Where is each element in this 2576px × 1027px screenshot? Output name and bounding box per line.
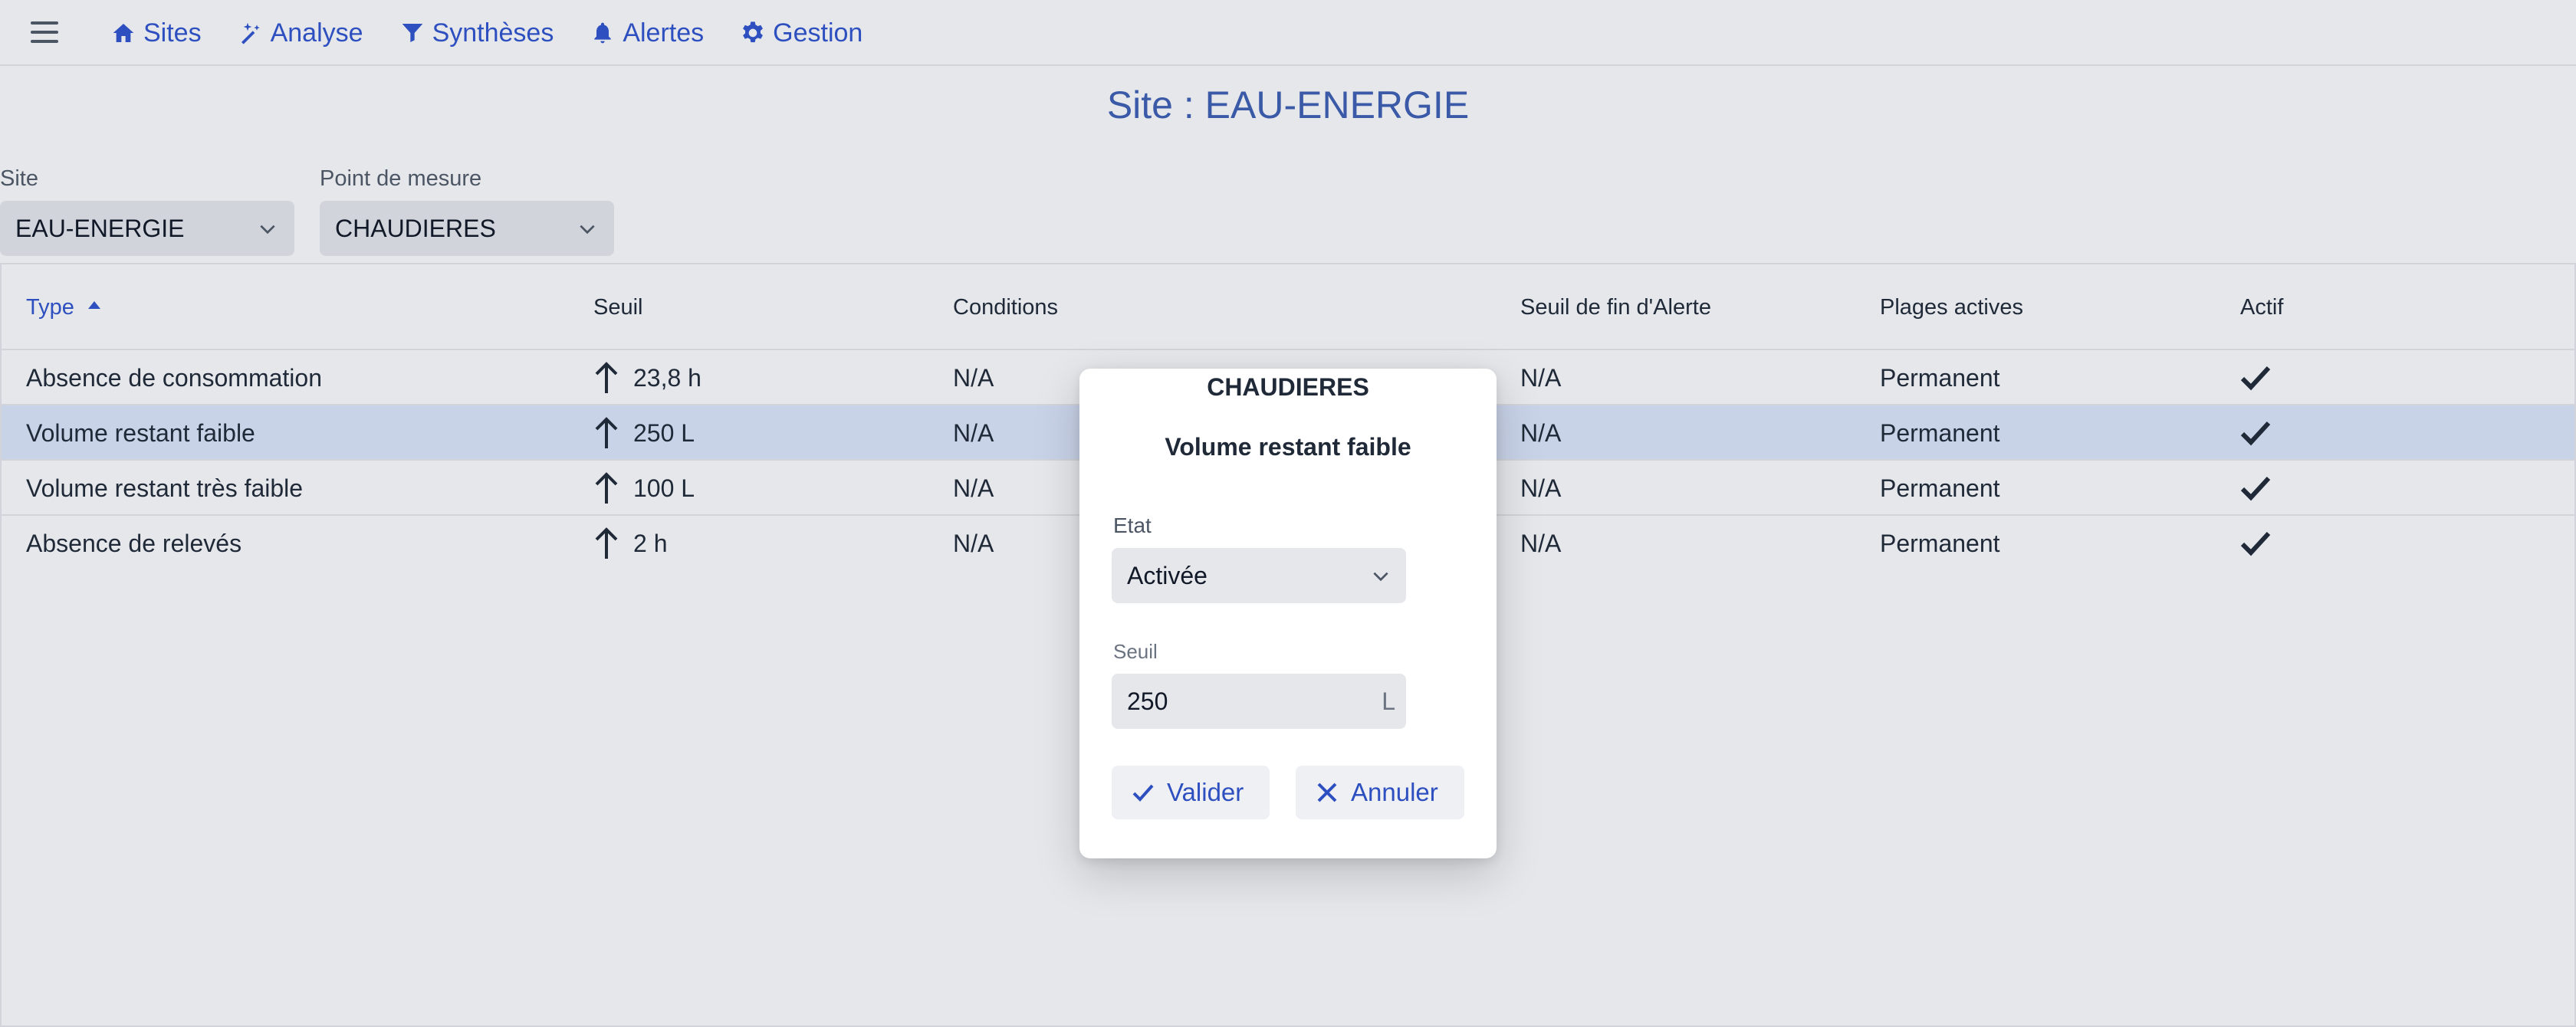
seuil-input-value: 250 (1127, 687, 1168, 715)
hamburger-menu-icon[interactable] (31, 21, 58, 43)
magic-wand-icon (241, 22, 260, 44)
seuil-unit: L (1382, 687, 1395, 715)
check-icon (2240, 366, 2271, 391)
chevron-down-icon (580, 225, 595, 235)
validate-button[interactable]: Valider (1112, 766, 1270, 819)
arrow-up-icon (595, 362, 618, 393)
nav-item-label: Gestion (773, 18, 863, 48)
column-header-seuil[interactable]: Seuil (593, 295, 643, 320)
cancel-button[interactable]: Annuler (1296, 766, 1464, 819)
top-navigation: Sites Analyse Synthèses Alertes Gestion (0, 0, 2576, 66)
cell-seuil-value: 23,8 h (633, 363, 702, 392)
etat-select-value: Activée (1127, 561, 1208, 589)
column-header-actif[interactable]: Actif (2240, 295, 2283, 320)
check-icon (2240, 476, 2271, 501)
cell-seuil-value: 250 L (633, 418, 695, 447)
cell-plages: Permanent (1880, 364, 2000, 392)
gear-icon (743, 21, 764, 43)
cell-type: Absence de relevés (26, 530, 242, 557)
column-header-type[interactable]: Type (26, 295, 100, 320)
cell-conditions: N/A (953, 419, 994, 447)
filter-icon (402, 24, 422, 42)
cell-conditions: N/A (953, 364, 994, 392)
column-header-plages[interactable]: Plages actives (1880, 295, 2023, 320)
cell-seuil-fin: N/A (1520, 419, 1562, 447)
edit-alert-dialog: CHAUDIERES Volume restant faible Etat Ac… (1079, 369, 1497, 858)
nav-item-analyse[interactable]: Analyse (238, 18, 363, 48)
cell-seuil: 100 L (593, 471, 695, 505)
arrow-up-icon (595, 472, 618, 504)
check-icon (1132, 784, 1154, 802)
cell-type: Absence de consommation (26, 364, 322, 392)
page-title: Site : EAU-ENERGIE (1106, 84, 1470, 126)
close-icon (1317, 783, 1337, 802)
cell-plages: Permanent (1880, 419, 2000, 447)
cell-seuil: 2 h (593, 527, 667, 560)
seuil-label: Seuil (1113, 640, 1158, 663)
cell-conditions: N/A (953, 474, 994, 502)
point-de-mesure-label: Point de mesure (320, 166, 482, 191)
nav-item-sites[interactable]: Sites (111, 18, 202, 48)
home-icon (113, 24, 134, 42)
cell-seuil-fin: N/A (1520, 474, 1562, 502)
check-icon (2240, 421, 2271, 446)
site-label: Site (0, 166, 38, 191)
cell-seuil-value: 2 h (633, 529, 668, 557)
dialog-title: CHAUDIERES (1207, 373, 1369, 401)
point-de-mesure-select[interactable]: CHAUDIERES (320, 201, 614, 256)
cell-conditions: N/A (953, 530, 994, 557)
arrow-up-icon (595, 527, 618, 559)
site-select[interactable]: EAU-ENERGIE (0, 201, 294, 256)
check-icon (2240, 531, 2271, 556)
seuil-input[interactable]: 250 L (1112, 674, 1406, 729)
cell-plages: Permanent (1880, 530, 2000, 557)
chevron-down-icon (1373, 572, 1388, 582)
etat-label: Etat (1113, 514, 1152, 537)
cell-seuil-value: 100 L (633, 474, 695, 502)
column-header-label: Type (26, 295, 74, 320)
nav-item-label: Sites (143, 18, 202, 48)
etat-select[interactable]: Activée (1112, 548, 1406, 603)
cell-seuil: 250 L (593, 416, 695, 450)
cell-seuil: 23,8 h (593, 361, 702, 395)
cell-type: Volume restant faible (26, 419, 255, 447)
nav-item-alertes[interactable]: Alertes (590, 18, 704, 48)
validate-button-label: Valider (1167, 778, 1244, 806)
arrow-up-icon (595, 417, 618, 448)
dialog-subtitle: Volume restant faible (1165, 433, 1411, 461)
cancel-button-label: Annuler (1351, 778, 1438, 806)
nav-item-syntheses[interactable]: Synthèses (400, 18, 554, 48)
site-select-value: EAU-ENERGIE (15, 214, 185, 242)
bell-icon (594, 22, 611, 44)
point-de-mesure-value: CHAUDIERES (335, 214, 496, 242)
chevron-down-icon (260, 225, 275, 235)
table-header: Type Seuil Conditions Seuil de fin d'Ale… (2, 264, 2574, 350)
cell-seuil-fin: N/A (1520, 364, 1562, 392)
sort-ascending-icon (87, 300, 100, 309)
cell-seuil-fin: N/A (1520, 530, 1562, 557)
nav-items: Sites Analyse Synthèses Alertes Gestion (111, 0, 899, 66)
cell-type: Volume restant très faible (26, 474, 304, 502)
cell-plages: Permanent (1880, 474, 2000, 502)
nav-item-label: Analyse (270, 18, 363, 48)
nav-item-gestion[interactable]: Gestion (741, 18, 863, 48)
column-header-conditions[interactable]: Conditions (953, 295, 1058, 320)
nav-item-label: Synthèses (432, 18, 554, 48)
column-header-seuil-fin[interactable]: Seuil de fin d'Alerte (1520, 295, 1711, 320)
nav-item-label: Alertes (623, 18, 705, 48)
